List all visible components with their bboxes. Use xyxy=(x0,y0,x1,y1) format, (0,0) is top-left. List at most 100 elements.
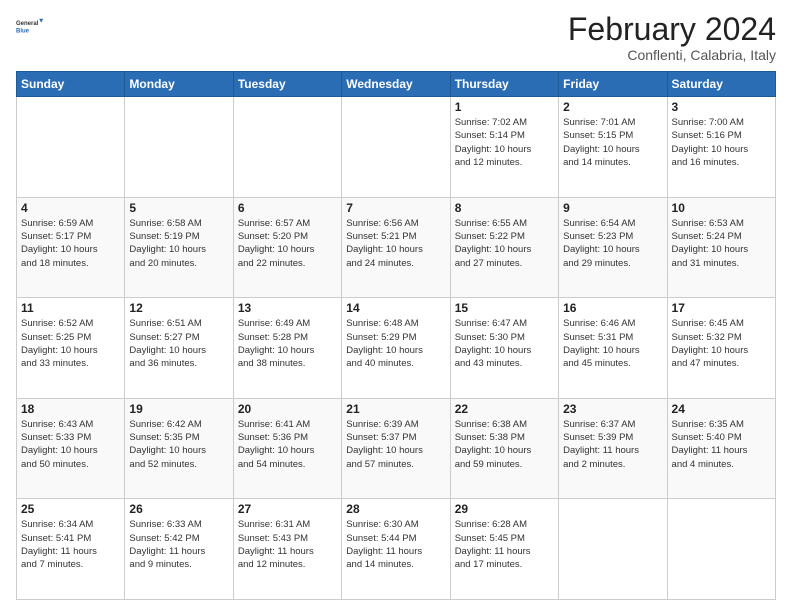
day-info: Sunrise: 6:43 AM Sunset: 5:33 PM Dayligh… xyxy=(21,418,120,471)
calendar-cell: 5 Sunrise: 6:58 AM Sunset: 5:19 PM Daylig… xyxy=(125,197,233,298)
day-info: Sunrise: 6:28 AM Sunset: 5:45 PM Dayligh… xyxy=(455,518,554,571)
day-info: Sunrise: 6:33 AM Sunset: 5:42 PM Dayligh… xyxy=(129,518,228,571)
calendar-cell: 13Sunrise: 6:49 AM Sunset: 5:28 PM Dayli… xyxy=(233,298,341,399)
calendar-week-row: 4 Sunrise: 6:59 AM Sunset: 5:17 PM Daylig… xyxy=(17,197,776,298)
day-info: Sunrise: 6:30 AM Sunset: 5:44 PM Dayligh… xyxy=(346,518,445,571)
day-info: Sunrise: 6:57 AM Sunset: 5:20 PM Dayligh… xyxy=(238,217,337,270)
logo: General Blue xyxy=(16,12,44,40)
calendar-cell: 16Sunrise: 6:46 AM Sunset: 5:31 PM Dayli… xyxy=(559,298,667,399)
day-info: Sunrise: 7:00 AM Sunset: 5:16 PM Dayligh… xyxy=(672,116,771,169)
calendar-cell: 29 Sunrise: 6:28 AM Sunset: 5:45 PM Dayli… xyxy=(450,499,558,600)
day-number: 9 xyxy=(563,201,662,215)
calendar-cell: 1 Sunrise: 7:02 AM Sunset: 5:14 PM Daylig… xyxy=(450,97,558,198)
day-info: Sunrise: 6:41 AM Sunset: 5:36 PM Dayligh… xyxy=(238,418,337,471)
day-number: 3 xyxy=(672,100,771,114)
calendar-cell: 8 Sunrise: 6:55 AM Sunset: 5:22 PM Daylig… xyxy=(450,197,558,298)
day-number: 5 xyxy=(129,201,228,215)
day-info: Sunrise: 6:47 AM Sunset: 5:30 PM Dayligh… xyxy=(455,317,554,370)
day-number: 19 xyxy=(129,402,228,416)
day-number: 26 xyxy=(129,502,228,516)
day-info: Sunrise: 6:55 AM Sunset: 5:22 PM Dayligh… xyxy=(455,217,554,270)
day-info: Sunrise: 6:52 AM Sunset: 5:25 PM Dayligh… xyxy=(21,317,120,370)
day-info: Sunrise: 6:42 AM Sunset: 5:35 PM Dayligh… xyxy=(129,418,228,471)
main-title: February 2024 xyxy=(568,12,776,47)
calendar-cell: 18 Sunrise: 6:43 AM Sunset: 5:33 PM Dayli… xyxy=(17,398,125,499)
title-block: February 2024 Conflenti, Calabria, Italy xyxy=(568,12,776,63)
day-number: 14 xyxy=(346,301,445,315)
calendar-cell: 12Sunrise: 6:51 AM Sunset: 5:27 PM Dayli… xyxy=(125,298,233,399)
calendar-cell xyxy=(559,499,667,600)
calendar-cell: 20 Sunrise: 6:41 AM Sunset: 5:36 PM Dayli… xyxy=(233,398,341,499)
calendar-cell: 10 Sunrise: 6:53 AM Sunset: 5:24 PM Dayli… xyxy=(667,197,775,298)
calendar-week-row: 18 Sunrise: 6:43 AM Sunset: 5:33 PM Dayli… xyxy=(17,398,776,499)
day-number: 20 xyxy=(238,402,337,416)
day-number: 1 xyxy=(455,100,554,114)
day-number: 8 xyxy=(455,201,554,215)
calendar-cell: 25Sunrise: 6:34 AM Sunset: 5:41 PM Dayli… xyxy=(17,499,125,600)
calendar-cell: 23 Sunrise: 6:37 AM Sunset: 5:39 PM Dayli… xyxy=(559,398,667,499)
calendar-cell: 14Sunrise: 6:48 AM Sunset: 5:29 PM Dayli… xyxy=(342,298,450,399)
logo-icon: General Blue xyxy=(16,12,44,40)
day-number: 2 xyxy=(563,100,662,114)
calendar-cell xyxy=(17,97,125,198)
calendar-header-cell: Tuesday xyxy=(233,72,341,97)
day-number: 27 xyxy=(238,502,337,516)
calendar-cell xyxy=(667,499,775,600)
calendar-cell: 22 Sunrise: 6:38 AM Sunset: 5:38 PM Dayli… xyxy=(450,398,558,499)
day-info: Sunrise: 6:51 AM Sunset: 5:27 PM Dayligh… xyxy=(129,317,228,370)
day-number: 22 xyxy=(455,402,554,416)
calendar-header-row: SundayMondayTuesdayWednesdayThursdayFrid… xyxy=(17,72,776,97)
calendar-cell: 11Sunrise: 6:52 AM Sunset: 5:25 PM Dayli… xyxy=(17,298,125,399)
day-number: 4 xyxy=(21,201,120,215)
day-info: Sunrise: 6:38 AM Sunset: 5:38 PM Dayligh… xyxy=(455,418,554,471)
day-number: 10 xyxy=(672,201,771,215)
calendar-header-cell: Saturday xyxy=(667,72,775,97)
calendar-cell: 9Sunrise: 6:54 AM Sunset: 5:23 PM Daylig… xyxy=(559,197,667,298)
calendar-header-cell: Thursday xyxy=(450,72,558,97)
day-number: 23 xyxy=(563,402,662,416)
header: General Blue February 2024 Conflenti, Ca… xyxy=(16,12,776,63)
calendar-cell: 2 Sunrise: 7:01 AM Sunset: 5:15 PM Daylig… xyxy=(559,97,667,198)
calendar-cell: 28 Sunrise: 6:30 AM Sunset: 5:44 PM Dayli… xyxy=(342,499,450,600)
day-number: 18 xyxy=(21,402,120,416)
day-number: 15 xyxy=(455,301,554,315)
calendar-cell: 17 Sunrise: 6:45 AM Sunset: 5:32 PM Dayli… xyxy=(667,298,775,399)
day-info: Sunrise: 6:37 AM Sunset: 5:39 PM Dayligh… xyxy=(563,418,662,471)
calendar-cell: 15 Sunrise: 6:47 AM Sunset: 5:30 PM Dayli… xyxy=(450,298,558,399)
calendar-cell: 7 Sunrise: 6:56 AM Sunset: 5:21 PM Daylig… xyxy=(342,197,450,298)
day-info: Sunrise: 6:45 AM Sunset: 5:32 PM Dayligh… xyxy=(672,317,771,370)
day-info: Sunrise: 6:35 AM Sunset: 5:40 PM Dayligh… xyxy=(672,418,771,471)
day-info: Sunrise: 6:39 AM Sunset: 5:37 PM Dayligh… xyxy=(346,418,445,471)
day-info: Sunrise: 7:02 AM Sunset: 5:14 PM Dayligh… xyxy=(455,116,554,169)
calendar-header-cell: Friday xyxy=(559,72,667,97)
svg-text:Blue: Blue xyxy=(16,28,30,34)
calendar-header-cell: Monday xyxy=(125,72,233,97)
calendar-cell xyxy=(125,97,233,198)
calendar-cell: 6 Sunrise: 6:57 AM Sunset: 5:20 PM Daylig… xyxy=(233,197,341,298)
calendar-cell xyxy=(342,97,450,198)
calendar-cell: 27Sunrise: 6:31 AM Sunset: 5:43 PM Dayli… xyxy=(233,499,341,600)
day-number: 21 xyxy=(346,402,445,416)
day-number: 13 xyxy=(238,301,337,315)
day-info: Sunrise: 6:56 AM Sunset: 5:21 PM Dayligh… xyxy=(346,217,445,270)
calendar-table: SundayMondayTuesdayWednesdayThursdayFrid… xyxy=(16,71,776,600)
calendar-cell: 19 Sunrise: 6:42 AM Sunset: 5:35 PM Dayli… xyxy=(125,398,233,499)
day-info: Sunrise: 6:46 AM Sunset: 5:31 PM Dayligh… xyxy=(563,317,662,370)
day-info: Sunrise: 6:58 AM Sunset: 5:19 PM Dayligh… xyxy=(129,217,228,270)
day-number: 25 xyxy=(21,502,120,516)
day-info: Sunrise: 7:01 AM Sunset: 5:15 PM Dayligh… xyxy=(563,116,662,169)
day-info: Sunrise: 6:59 AM Sunset: 5:17 PM Dayligh… xyxy=(21,217,120,270)
day-number: 29 xyxy=(455,502,554,516)
day-info: Sunrise: 6:53 AM Sunset: 5:24 PM Dayligh… xyxy=(672,217,771,270)
day-number: 6 xyxy=(238,201,337,215)
calendar-week-row: 11Sunrise: 6:52 AM Sunset: 5:25 PM Dayli… xyxy=(17,298,776,399)
svg-text:General: General xyxy=(16,21,39,27)
calendar-header-cell: Wednesday xyxy=(342,72,450,97)
day-number: 28 xyxy=(346,502,445,516)
calendar-cell: 26 Sunrise: 6:33 AM Sunset: 5:42 PM Dayli… xyxy=(125,499,233,600)
day-number: 17 xyxy=(672,301,771,315)
calendar-header-cell: Sunday xyxy=(17,72,125,97)
page: General Blue February 2024 Conflenti, Ca… xyxy=(0,0,792,612)
calendar-cell: 4 Sunrise: 6:59 AM Sunset: 5:17 PM Daylig… xyxy=(17,197,125,298)
day-number: 7 xyxy=(346,201,445,215)
